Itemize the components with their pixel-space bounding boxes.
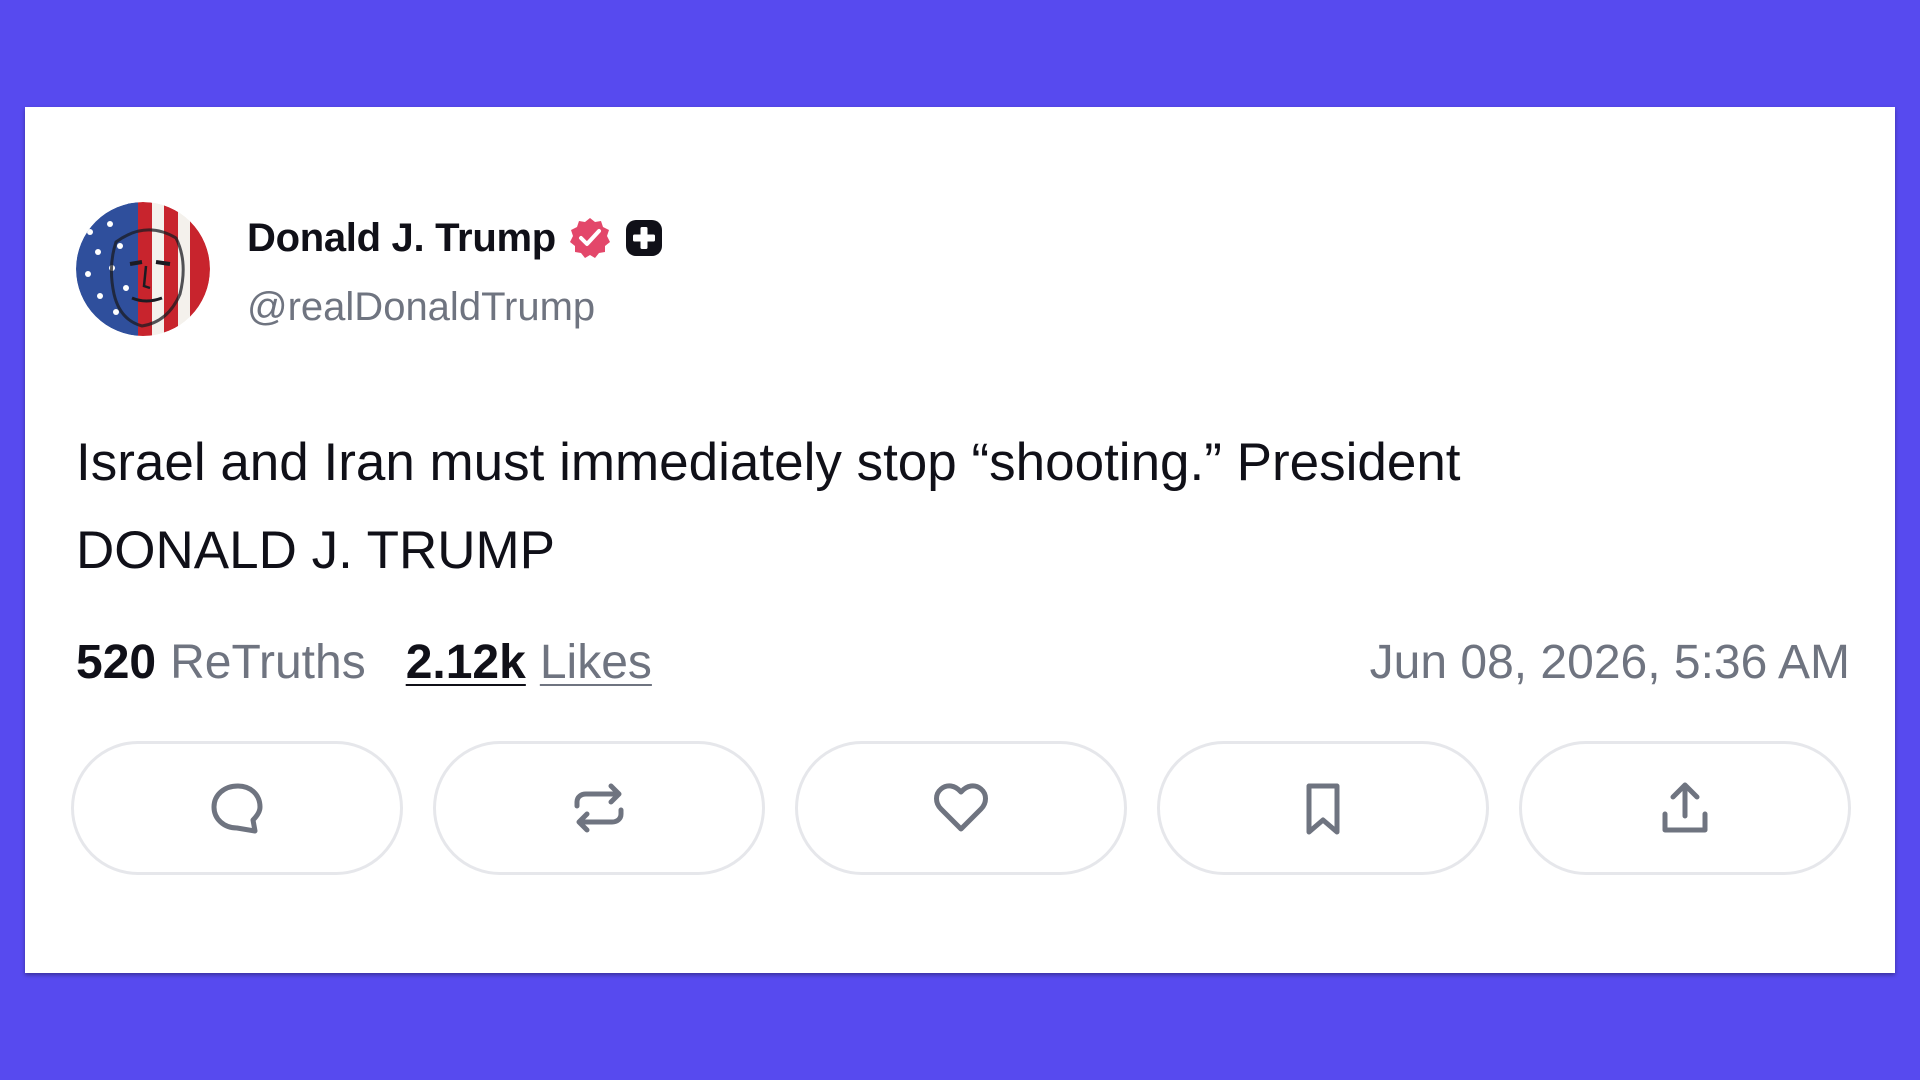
post-card: Donald J. Trump @realDonaldTrump Israel … <box>25 107 1895 973</box>
reply-button[interactable] <box>71 741 403 875</box>
reply-icon <box>211 783 263 834</box>
post-text-line-1: Israel and Iran must immediately stop “s… <box>76 433 1461 492</box>
share-button[interactable] <box>1519 741 1851 875</box>
share-icon <box>1662 782 1708 833</box>
author-handle[interactable]: @realDonaldTrump <box>247 285 595 330</box>
post-stats: 520 ReTruths 2.12k Likes <box>76 627 652 697</box>
retruths-label: ReTruths <box>170 635 366 689</box>
like-button[interactable] <box>795 741 1127 875</box>
avatar-image <box>76 202 210 336</box>
bookmark-icon <box>1306 783 1340 835</box>
likes-count[interactable]: 2.12k <box>406 635 526 690</box>
likes-label[interactable]: Likes <box>540 635 652 690</box>
author-display-name[interactable]: Donald J. Trump <box>247 216 556 261</box>
like-icon <box>934 783 988 832</box>
bookmark-button[interactable] <box>1157 741 1489 875</box>
verified-badge-icon <box>568 216 612 260</box>
post-timestamp[interactable]: Jun 08, 2026, 5:36 AM <box>1370 627 1850 697</box>
retruths-count: 520 <box>76 635 157 689</box>
author-avatar[interactable] <box>76 202 210 336</box>
plus-badge-icon <box>624 218 664 258</box>
likes-stat-link[interactable]: 2.12k Likes <box>406 635 652 690</box>
author-name-row: Donald J. Trump <box>247 210 664 266</box>
post-text-line-2: DONALD J. TRUMP <box>76 521 556 580</box>
post-actions <box>71 741 1851 879</box>
retruth-icon <box>574 783 624 833</box>
retruth-button[interactable] <box>433 741 765 875</box>
post-text: Israel and Iran must immediately stop “s… <box>76 419 1836 595</box>
retruths-stat: 520 ReTruths <box>76 635 366 690</box>
